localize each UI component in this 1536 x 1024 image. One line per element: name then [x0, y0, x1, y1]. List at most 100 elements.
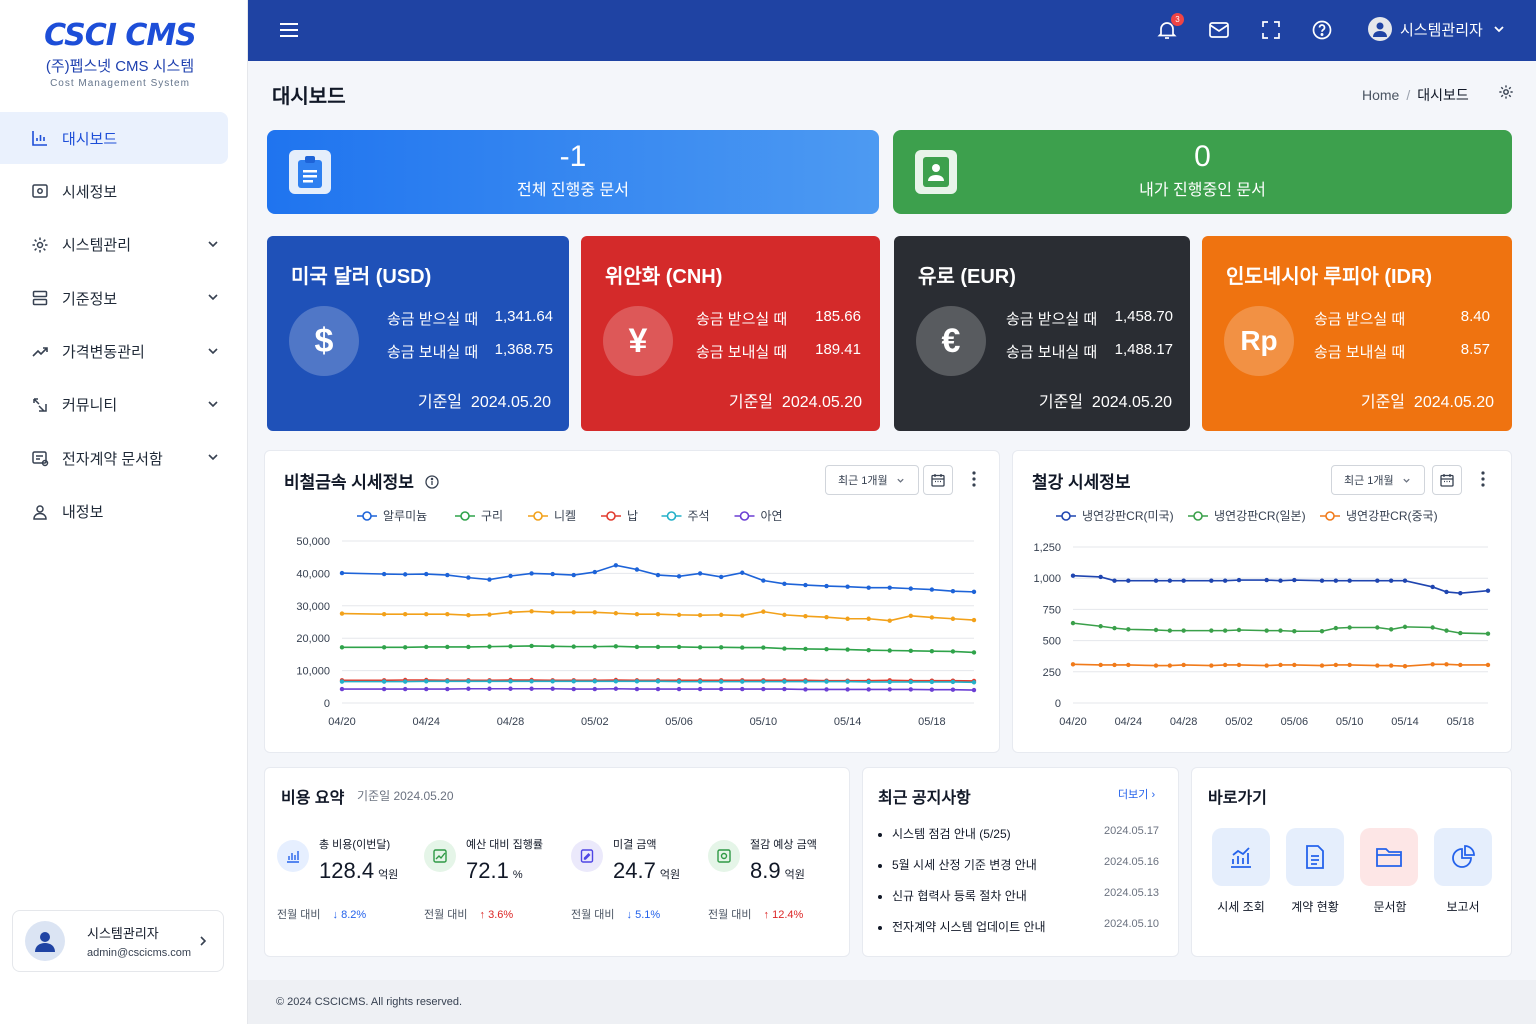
data-point — [1167, 628, 1173, 633]
notices-more-link[interactable]: 더보기 › — [1118, 786, 1155, 802]
data-point — [719, 612, 724, 618]
data-point — [571, 572, 576, 578]
info-icon[interactable] — [424, 475, 439, 489]
chevron-down-icon — [208, 454, 218, 461]
stat-card-all-docs[interactable]: -1 전체 진행중 문서 — [267, 130, 879, 214]
price-board-icon — [30, 181, 50, 201]
notice-item[interactable]: 전자계약 시스템 업데이트 안내 — [878, 918, 1046, 935]
quick-link-price-search[interactable] — [1212, 828, 1270, 886]
chevron-down-icon — [1494, 26, 1504, 33]
breadcrumb-home-link[interactable]: Home — [1362, 87, 1399, 103]
y-tick-label: 250 — [1043, 667, 1061, 679]
data-point — [1098, 624, 1103, 629]
notice-date: 2024.05.16 — [1104, 856, 1160, 868]
steel-period-select[interactable]: 최근 1개월 — [1331, 465, 1425, 495]
data-point — [381, 679, 387, 684]
data-point — [803, 646, 808, 652]
quick-link-reports[interactable] — [1434, 828, 1492, 886]
quick-link-contracts[interactable] — [1286, 828, 1344, 886]
x-tick-label: 05/18 — [918, 716, 946, 728]
data-point — [929, 687, 935, 692]
settings-gear-icon[interactable] — [1498, 84, 1514, 105]
data-point — [1347, 625, 1352, 630]
data-point — [782, 646, 787, 651]
kpi-label: 예산 대비 집행률 — [466, 839, 543, 851]
data-point — [1430, 584, 1435, 590]
data-point — [803, 679, 808, 684]
notification-badge: 3 — [1171, 13, 1184, 26]
data-point — [697, 679, 703, 684]
x-tick-label: 05/06 — [665, 716, 693, 728]
data-point — [655, 572, 661, 578]
more-options-icon[interactable] — [971, 470, 977, 488]
arrow-down-icon: ↓ — [332, 909, 339, 921]
legend-label: 냉연강판CR(일본) — [1214, 509, 1306, 523]
data-point — [1098, 662, 1103, 668]
folder-icon — [1376, 848, 1402, 867]
document-edit-icon — [571, 840, 603, 872]
nonferrous-period-select[interactable]: 최근 1개월 — [825, 465, 919, 495]
sidebar-item-community[interactable]: 커뮤니티 — [0, 379, 228, 431]
data-point — [634, 567, 640, 572]
data-point — [1388, 663, 1394, 668]
data-point — [529, 643, 534, 649]
hamburger-menu-icon[interactable] — [278, 19, 300, 41]
sidebar-item-price-change[interactable]: 가격변동관리 — [0, 326, 228, 378]
notice-item[interactable]: 시스템 점검 안내 (5/25) — [878, 825, 1011, 842]
notice-item[interactable]: 5월 시세 산정 기준 변경 안내 — [878, 856, 1037, 873]
chevron-down-icon — [208, 294, 218, 301]
more-options-icon[interactable] — [1480, 470, 1486, 488]
server-icon — [30, 288, 50, 308]
quick-link-label: 시세 조회 — [1217, 900, 1265, 914]
notice-item[interactable]: 신규 협력사 등록 절차 안내 — [878, 887, 1027, 904]
data-point — [887, 679, 892, 685]
data-point — [929, 615, 935, 620]
fx-card-cnh[interactable]: 위안화 (CNH) ¥ 송금 받으실 때 185.66 송금 보내실 때 189.4… — [581, 236, 880, 431]
arrow-up-icon: ↑ — [763, 909, 770, 921]
fx-card-usd[interactable]: 미국 달러 (USD) $ 송금 받으실 때 1,341.64 송금 보내실 때1… — [267, 236, 569, 431]
y-tick-label: 10,000 — [296, 666, 330, 678]
data-point — [1112, 578, 1117, 583]
notification-bell-icon[interactable]: 3 — [1156, 13, 1184, 41]
data-point — [1319, 663, 1325, 668]
fx-base-date: 기준일 2024.05.20 — [1038, 394, 1172, 411]
sidebar-item-base-info[interactable]: 기준정보 — [0, 272, 228, 324]
sidebar-item-contracts[interactable]: 전자계약 문서함 — [0, 432, 228, 484]
data-point — [466, 686, 471, 691]
data-point — [466, 679, 471, 684]
sidebar-item-dashboard[interactable]: 대시보드 — [0, 112, 228, 164]
fx-receive-value: 185.66 — [815, 308, 861, 325]
sidebar-item-my-info[interactable]: 내정보 — [0, 486, 228, 538]
fx-card-eur[interactable]: 유로 (EUR) € 송금 받으실 때 1,458.70 송금 보내실 때 1,48… — [894, 236, 1190, 431]
brand-logo[interactable]: CSCI CMS (주)펩스넷 CMS 시스템 Cost Management … — [0, 18, 240, 89]
data-point — [824, 647, 829, 652]
data-point — [1347, 578, 1352, 583]
quick-links-title: 바로가기 — [1208, 790, 1267, 807]
legend-marker — [533, 511, 543, 521]
mail-icon[interactable] — [1208, 19, 1230, 41]
data-point — [697, 645, 703, 650]
data-point — [466, 575, 471, 580]
help-icon[interactable] — [1311, 19, 1333, 41]
stat-card-my-docs[interactable]: 0 내가 진행중인 문서 — [893, 130, 1512, 214]
data-point — [1098, 574, 1103, 580]
data-point — [1070, 620, 1076, 626]
data-point — [592, 686, 597, 692]
fullscreen-icon[interactable] — [1260, 19, 1282, 41]
data-point — [1292, 662, 1297, 668]
sidebar-item-price-info[interactable]: 시세정보 — [0, 165, 228, 217]
data-point — [487, 679, 492, 684]
nonferrous-line-chart: 0 10,000 20,000 30,000 40,000 50,000 04/20 04/2… — [296, 509, 977, 728]
sidebar-item-system[interactable]: 시스템관리 — [0, 219, 228, 271]
data-point — [571, 644, 576, 649]
data-point — [550, 644, 555, 649]
sidebar-user-card[interactable]: 시스템관리자 admin@cscicms.com — [12, 910, 224, 972]
steel-calendar-button[interactable] — [1432, 465, 1462, 495]
user-menu[interactable]: 시스템관리자 — [1368, 17, 1505, 41]
fx-card-idr[interactable]: 인도네시아 루피아 (IDR) Rp 송금 받으실 때 8.40 송금 보내실 때… — [1202, 236, 1512, 431]
data-point — [339, 570, 345, 576]
chevron-down-icon — [208, 347, 218, 354]
calendar-icon — [931, 474, 945, 487]
quick-link-docbox[interactable] — [1360, 828, 1418, 886]
nonferrous-calendar-button[interactable] — [923, 465, 953, 495]
